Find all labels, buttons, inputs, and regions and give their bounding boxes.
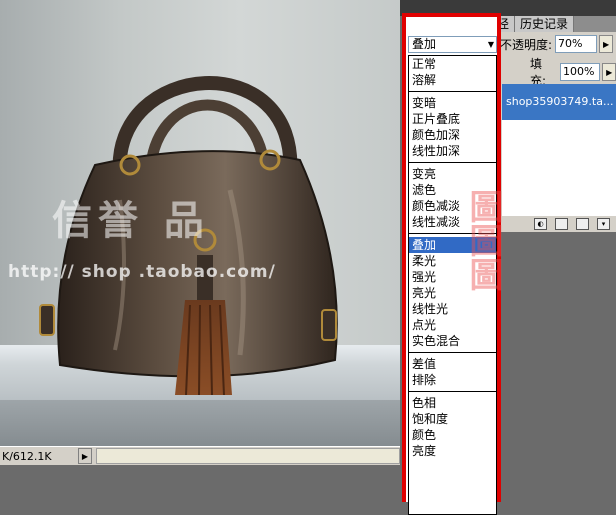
blend-mode-item[interactable]: 线性减淡 (409, 214, 496, 230)
menu-separator (409, 230, 496, 237)
blend-mode-list: 正常 溶解变暗 正片叠底 颜色加深 线性加深变亮 滤色 颜色减淡 线性减淡叠加 柔光 强光 亮光 线性… (408, 55, 497, 515)
opacity-label: 不透明度: (500, 37, 553, 52)
blend-mode-item[interactable]: 强光 (409, 269, 496, 285)
fill-input[interactable]: 100% (559, 63, 601, 81)
menu-separator (409, 388, 496, 395)
blend-mode-item[interactable]: 颜色加深 (409, 127, 496, 143)
blend-mode-item[interactable]: 滤色 (409, 182, 496, 198)
blend-mode-item[interactable]: 线性加深 (409, 143, 496, 159)
opacity-row: 不透明度: 70% ▶ (500, 34, 616, 54)
trash-icon[interactable]: ▾ (597, 218, 610, 230)
new-layer-icon[interactable] (576, 218, 589, 230)
fill-row: 填充: 100% ▶ (530, 57, 616, 88)
blend-mode-item[interactable]: 亮光 (409, 285, 496, 301)
chevron-down-icon: ▼ (487, 40, 494, 49)
horizontal-scrollbar[interactable] (96, 448, 400, 464)
blend-mode-item[interactable]: 溶解 (409, 72, 496, 88)
watermark-url: http:// shop .taobao.com/ (8, 262, 276, 282)
blend-mode-item[interactable]: 正常 (409, 56, 496, 72)
layer-actions-bar: ◐ ▾ (502, 216, 616, 232)
blend-mode-item[interactable]: 亮度 (409, 443, 496, 459)
blend-mode-item[interactable]: 点光 (409, 317, 496, 333)
menu-separator (409, 349, 496, 356)
blend-mode-item[interactable]: 变暗 (409, 95, 496, 111)
layer-row-selected[interactable]: shop35903749.ta... (502, 84, 616, 120)
blend-mode-item[interactable]: 线性光 (409, 301, 496, 317)
blend-mode-item[interactable]: 柔光 (409, 253, 496, 269)
blend-mode-item[interactable]: 叠加 (409, 237, 496, 253)
new-group-icon[interactable] (555, 218, 568, 230)
blend-mode-item[interactable]: 差值 (409, 356, 496, 372)
adjustment-layer-icon[interactable]: ◐ (534, 218, 547, 230)
blend-mode-dropdown: 叠加 ▼ 正常 溶解 变暗 正片叠底 颜色加深 线性加深 变亮 滤色 颜色减淡 线性减淡 叠加 柔光强… (402, 13, 501, 515)
blend-mode-item[interactable]: 色相 (409, 395, 496, 411)
tab-history[interactable]: 历史记录 (515, 16, 575, 32)
watermark-text: 信誉 品 (52, 198, 210, 244)
document-size: K/612.1K (2, 449, 52, 463)
fill-slider-arrow-icon[interactable]: ▶ (602, 63, 616, 81)
status-bar: K/612.1K ▶ (0, 446, 400, 465)
blend-mode-item[interactable]: 饱和度 (409, 411, 496, 427)
blend-mode-item[interactable]: 实色混合 (409, 333, 496, 349)
blend-mode-item[interactable]: 正片叠底 (409, 111, 496, 127)
workspace-background (0, 465, 400, 502)
blend-mode-item[interactable]: 排除 (409, 372, 496, 388)
menu-separator (409, 88, 496, 95)
opacity-input[interactable]: 70% (555, 35, 598, 53)
blend-mode-current: 叠加 (412, 37, 437, 51)
menu-separator (409, 159, 496, 166)
blend-mode-item[interactable]: 变亮 (409, 166, 496, 182)
blend-mode-item[interactable]: 颜色 (409, 427, 496, 443)
blend-mode-select[interactable]: 叠加 ▼ (408, 36, 497, 53)
status-menu-arrow-icon[interactable]: ▶ (78, 448, 92, 464)
blend-mode-item[interactable]: 颜色减淡 (409, 198, 496, 214)
opacity-slider-arrow-icon[interactable]: ▶ (599, 35, 614, 53)
document-canvas[interactable]: 信誉 品 http:// shop .taobao.com/ (0, 0, 400, 446)
layers-list-area (502, 120, 616, 218)
